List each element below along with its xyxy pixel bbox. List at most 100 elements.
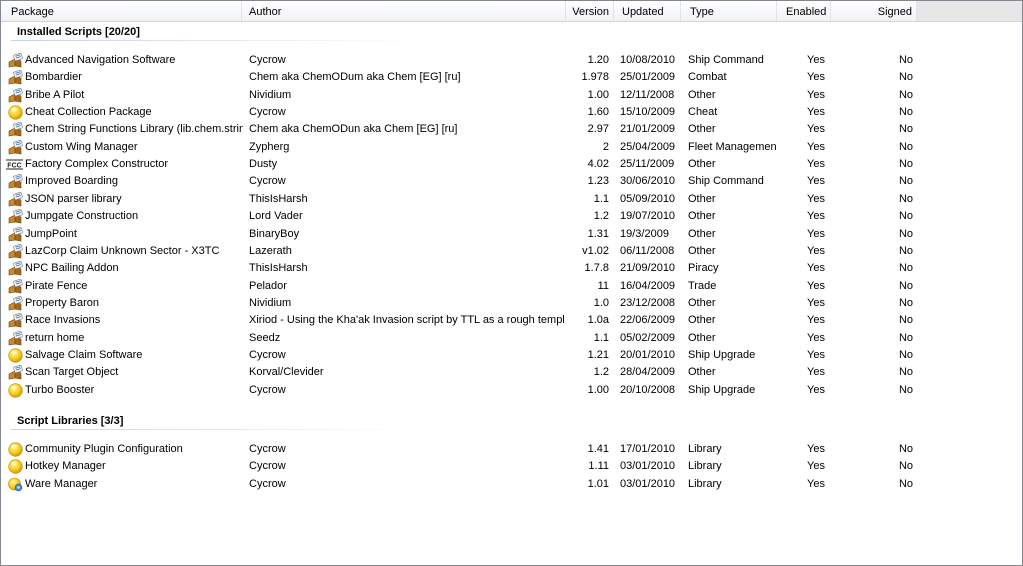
type-cell: Other: [688, 158, 716, 170]
updated-cell: 22/06/2009: [620, 314, 676, 326]
updated-cell: 21/09/2010: [620, 262, 676, 274]
table-row[interactable]: Community Plugin Configuration Cycrow 1.41…: [1, 441, 1022, 458]
version-cell: 1.01: [587, 478, 609, 490]
signed-cell: No: [898, 245, 913, 257]
table-row[interactable]: Hotkey Manager Cycrow 1.11 03/01/2010 Librar…: [1, 458, 1022, 475]
table-row[interactable]: LazCorp Claim Unknown Sector - X3TC Lazer…: [1, 243, 1022, 260]
column-header-version[interactable]: Version: [566, 1, 614, 21]
yellow-smiley-icon: [8, 459, 23, 474]
enabled-cell: Yes: [807, 314, 825, 326]
updated-cell: 05/02/2009: [620, 332, 676, 344]
table-row[interactable]: Pirate Fence Pelador 11 16/04/2009 Trade Yes N…: [1, 278, 1022, 295]
table-row[interactable]: Bribe A Pilot Nividium 1.00 12/11/2008 Other…: [1, 87, 1022, 104]
column-header-author[interactable]: Author: [242, 1, 566, 21]
type-cell: Other: [688, 193, 716, 205]
version-cell: 1.41: [587, 443, 609, 455]
script-package-icon: [8, 69, 23, 85]
script-package-icon: [8, 173, 23, 189]
version-cell: 1.60: [587, 106, 609, 118]
table-row[interactable]: Custom Wing Manager Zypherg 2 25/04/2009 Fle…: [1, 139, 1022, 156]
table-row[interactable]: Chem String Functions Library (lib.chem.…: [1, 121, 1022, 138]
fcc-logo-icon: FCC: [6, 157, 23, 172]
type-cell: Trade: [688, 280, 717, 292]
enabled-cell: Yes: [807, 54, 825, 66]
package-name-cell: Pirate Fence: [25, 280, 88, 292]
group-header-installed[interactable]: Installed Scripts [20/20]: [17, 24, 140, 40]
version-cell: 1.2: [593, 366, 609, 378]
updated-cell: 25/11/2009: [620, 158, 675, 170]
package-name-cell: JumpPoint: [25, 228, 77, 240]
package-name-cell: Jumpgate Construction: [25, 210, 139, 222]
author-cell: Lazerath: [249, 245, 292, 257]
author-cell: Seedz: [249, 332, 281, 344]
signed-cell: No: [898, 384, 913, 396]
version-cell: v1.02: [582, 245, 609, 257]
table-row[interactable]: Scan Target Object Korval/Clevider 1.2 28/0…: [1, 364, 1022, 381]
yellow-smiley-icon: [8, 383, 23, 398]
signed-cell: No: [898, 314, 913, 326]
signed-cell: No: [898, 158, 913, 170]
updated-cell: 21/01/2009: [620, 123, 676, 135]
table-row[interactable]: NPC Bailing Addon ThisIsHarsh 1.7.8 21/09/2…: [1, 260, 1022, 277]
package-name-cell: Community Plugin Configuration: [25, 443, 183, 455]
version-cell: 4.02: [587, 158, 609, 170]
updated-cell: 15/10/2009: [620, 106, 676, 118]
column-header-enabled[interactable]: Enabled: [777, 1, 831, 21]
script-package-icon: [8, 52, 23, 68]
table-row[interactable]: Property Baron Nividium 1.0 23/12/2008 Other…: [1, 295, 1022, 312]
table-row[interactable]: Advanced Navigation Software Cycrow 1.20 10…: [1, 52, 1022, 69]
author-cell: Pelador: [249, 280, 287, 292]
group-header-libraries[interactable]: Script Libraries [3/3]: [17, 413, 123, 429]
package-name-cell: Chem String Functions Library (lib.chem.…: [25, 123, 243, 135]
package-name-cell: return home: [25, 332, 85, 344]
type-cell: Library: [688, 443, 722, 455]
version-cell: 1.1: [593, 332, 609, 344]
table-row[interactable]: JumpPoint BinaryBoy 1.31 19/3/2009 Other Yes N…: [1, 226, 1022, 243]
table-row[interactable]: return home Seedz 1.1 05/02/2009 Other Yes No: [1, 330, 1022, 347]
table-row[interactable]: Salvage Claim Software Cycrow 1.21 20/01/20…: [1, 347, 1022, 364]
package-name-cell: Bombardier: [25, 71, 82, 83]
column-header-updated[interactable]: Updated: [614, 1, 681, 21]
enabled-cell: Yes: [807, 158, 825, 170]
version-cell: 1.23: [587, 175, 609, 187]
table-row[interactable]: Cheat Collection Package Cycrow 1.60 15/10/…: [1, 104, 1022, 121]
signed-cell: No: [898, 193, 913, 205]
updated-cell: 06/11/2008: [620, 245, 675, 257]
author-cell: Dusty: [249, 158, 278, 170]
group-divider: [11, 40, 421, 41]
author-cell: ThisIsHarsh: [249, 193, 308, 205]
table-row[interactable]: Ware Manager Cycrow 1.01 03/01/2010 Library Y…: [1, 476, 1022, 493]
signed-cell: No: [898, 443, 913, 455]
version-cell: 2.97: [587, 123, 609, 135]
version-cell: 2: [602, 141, 609, 153]
signed-cell: No: [898, 71, 913, 83]
table-row[interactable]: JSON parser library ThisIsHarsh 1.1 05/09/2…: [1, 191, 1022, 208]
table-row[interactable]: Turbo Booster Cycrow 1.00 20/10/2008 Ship Up…: [1, 382, 1022, 399]
table-row[interactable]: Improved Boarding Cycrow 1.23 30/06/2010 Shi…: [1, 173, 1022, 190]
package-name-cell: Cheat Collection Package: [25, 106, 152, 118]
column-header-package[interactable]: Package: [1, 1, 242, 21]
author-cell: Cycrow: [249, 106, 286, 118]
type-cell: Ship Upgrade: [688, 384, 756, 396]
column-header-signed[interactable]: Signed: [831, 1, 917, 21]
enabled-cell: Yes: [807, 89, 825, 101]
table-row[interactable]: Jumpgate Construction Lord Vader 1.2 19/07/…: [1, 208, 1022, 225]
updated-cell: 19/3/2009: [620, 228, 669, 240]
author-cell: Cycrow: [249, 349, 286, 361]
package-name-cell: Race Invasions: [25, 314, 101, 326]
updated-cell: 23/12/2008: [620, 297, 676, 309]
signed-cell: No: [898, 141, 913, 153]
package-list-view[interactable]: Package Author Version Updated Type Enab…: [0, 0, 1023, 566]
table-row[interactable]: FCC Factory Complex Constructor Dusty 4.02 2…: [1, 156, 1022, 173]
signed-cell: No: [898, 54, 913, 66]
table-row[interactable]: Bombardier Chem aka ChemODum aka Chem [EG…: [1, 69, 1022, 86]
package-name-cell: Improved Boarding: [25, 175, 118, 187]
version-cell: 1.1: [593, 193, 609, 205]
updated-cell: 20/01/2010: [620, 349, 676, 361]
type-cell: Other: [688, 123, 716, 135]
enabled-cell: Yes: [807, 141, 825, 153]
column-header-type[interactable]: Type: [681, 1, 777, 21]
enabled-cell: Yes: [807, 71, 825, 83]
table-row[interactable]: Race Invasions Xiriod - Using the Kha'ak …: [1, 312, 1022, 329]
author-cell: Chem aka ChemODun aka Chem [EG] [ru]: [249, 123, 458, 135]
